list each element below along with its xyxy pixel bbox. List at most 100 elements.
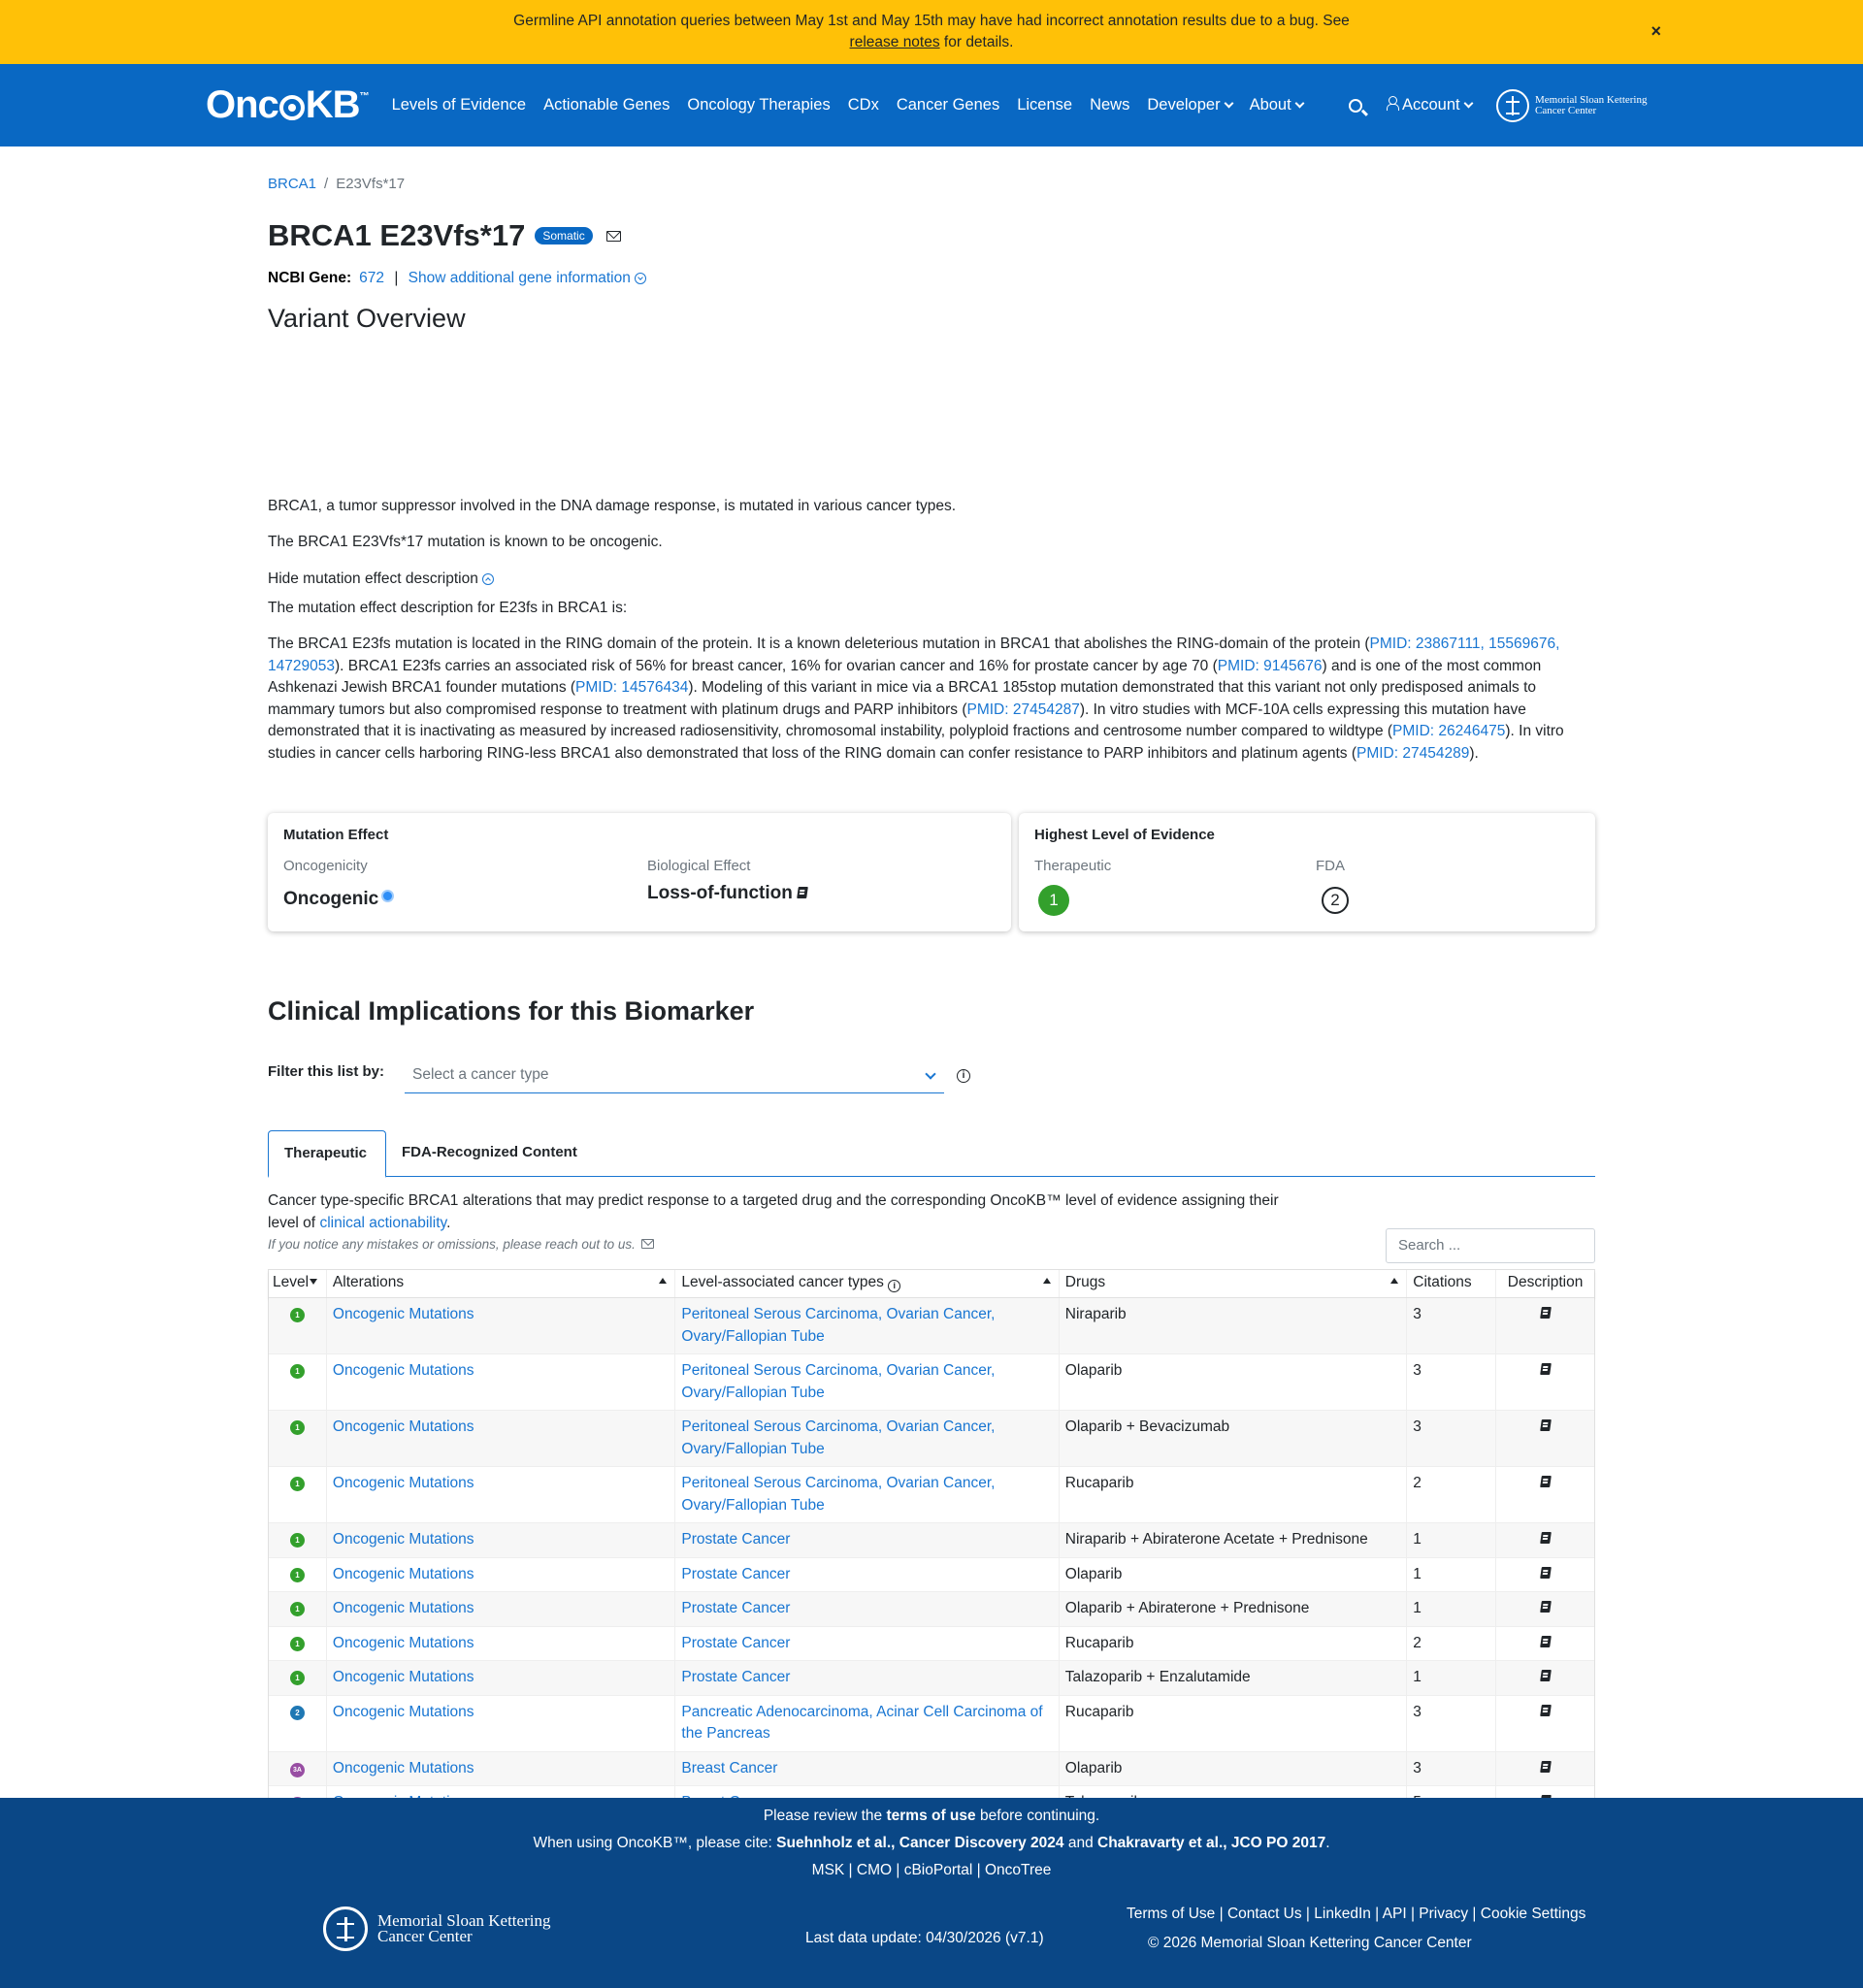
cancer-type-link[interactable]: Pancreatic Adenocarcinoma, Acinar Cell C… (681, 1704, 1042, 1743)
envelope-icon[interactable] (605, 230, 621, 242)
level-1-icon[interactable]: 1 (289, 1477, 305, 1491)
table-search-input[interactable]: Search ... (1386, 1228, 1595, 1263)
nav-levels-of-evidence[interactable]: Levels of Evidence (392, 96, 527, 114)
nav-actionable-genes[interactable]: Actionable Genes (543, 96, 670, 114)
footer-link-cmo[interactable]: CMO (857, 1862, 892, 1878)
citations-cell[interactable]: 1 (1407, 1592, 1497, 1626)
alteration-link[interactable]: Oncogenic Mutations (333, 1531, 474, 1548)
account-dropdown[interactable]: Account (1386, 96, 1474, 114)
level-3A-icon[interactable]: 3A (289, 1762, 305, 1777)
footer-link-msk[interactable]: MSK (812, 1862, 845, 1878)
cancer-type-link[interactable]: Prostate Cancer (681, 1635, 790, 1651)
alteration-link[interactable]: Oncogenic Mutations (333, 1306, 474, 1322)
alteration-link[interactable]: Oncogenic Mutations (333, 1635, 474, 1651)
footer-link-api[interactable]: API (1383, 1906, 1407, 1922)
book-icon[interactable] (1539, 1704, 1552, 1716)
level-1-icon[interactable]: 1 (289, 1533, 305, 1548)
citations-cell[interactable]: 3 (1407, 1411, 1497, 1466)
header-level[interactable]: Level (269, 1270, 327, 1297)
level-1-icon[interactable]: 1 (289, 1420, 305, 1435)
alteration-link[interactable]: Oncogenic Mutations (333, 1760, 474, 1776)
terms-of-use-link[interactable]: terms of use (886, 1808, 975, 1824)
level-1-icon[interactable]: 1 (289, 1308, 305, 1322)
alteration-link[interactable]: Oncogenic Mutations (333, 1566, 474, 1582)
citations-cell[interactable]: 3 (1407, 1298, 1497, 1353)
msk-logo[interactable]: Memorial Sloan Kettering Cancer Center (1496, 88, 1647, 122)
header-drugs[interactable]: Drugs (1060, 1270, 1408, 1297)
nav-developer-dropdown[interactable]: Developer (1147, 96, 1234, 114)
book-icon[interactable] (1539, 1760, 1552, 1773)
book-icon[interactable] (1539, 1307, 1552, 1319)
cancer-type-link[interactable]: Peritoneal Serous Carcinoma, Ovarian Can… (681, 1362, 995, 1401)
footer-msk-logo[interactable]: Memorial Sloan Kettering Cancer Center (323, 1907, 550, 1951)
citations-cell[interactable]: 1 (1407, 1557, 1497, 1591)
header-cancer-types[interactable]: Level-associated cancer types i (675, 1270, 1060, 1297)
therapeutic-level-1-icon[interactable]: 1 (1038, 885, 1069, 916)
footer-link-linkedin[interactable]: LinkedIn (1314, 1906, 1371, 1922)
citations-cell[interactable]: 3 (1407, 1695, 1497, 1751)
pmid-link[interactable]: PMID: 27454287 (966, 701, 1079, 718)
cancer-type-link[interactable]: Prostate Cancer (681, 1669, 790, 1685)
book-icon[interactable] (1539, 1476, 1552, 1487)
alteration-link[interactable]: Oncogenic Mutations (333, 1418, 474, 1435)
book-icon[interactable] (1539, 1419, 1552, 1431)
tab-fda-recognized-content[interactable]: FDA-Recognized Content (386, 1130, 593, 1177)
show-gene-info-link[interactable]: Show additional gene information (409, 270, 646, 286)
cancer-type-link[interactable]: Prostate Cancer (681, 1531, 790, 1548)
book-icon[interactable] (1539, 1601, 1552, 1613)
book-icon[interactable] (797, 887, 808, 898)
header-alterations[interactable]: Alterations (327, 1270, 676, 1297)
level-1-icon[interactable]: 1 (289, 1567, 305, 1582)
close-icon[interactable]: × (1651, 21, 1661, 42)
citations-cell[interactable]: 2 (1407, 1626, 1497, 1660)
oncokb-logo[interactable]: Onc KB ™ (206, 83, 370, 127)
book-icon[interactable] (1539, 1635, 1552, 1647)
citations-cell[interactable]: 1 (1407, 1523, 1497, 1557)
cancer-type-link[interactable]: Peritoneal Serous Carcinoma, Ovarian Can… (681, 1306, 995, 1345)
nav-license[interactable]: License (1017, 96, 1072, 114)
level-1-icon[interactable]: 1 (289, 1636, 305, 1651)
cancer-type-select[interactable]: Select a cancer type (405, 1059, 944, 1093)
tab-therapeutic[interactable]: Therapeutic (268, 1130, 386, 1178)
footer-link-privacy[interactable]: Privacy (1419, 1906, 1468, 1922)
nav-about-dropdown[interactable]: About (1250, 96, 1305, 114)
footer-link-contact[interactable]: Contact Us (1227, 1906, 1302, 1922)
ncbi-gene-link[interactable]: 672 (359, 270, 384, 286)
alteration-link[interactable]: Oncogenic Mutations (333, 1475, 474, 1491)
info-icon[interactable]: i (957, 1069, 970, 1083)
info-icon[interactable]: i (888, 1280, 901, 1292)
clinical-actionability-link[interactable]: clinical actionability (319, 1215, 446, 1231)
cancer-type-link[interactable]: Peritoneal Serous Carcinoma, Ovarian Can… (681, 1418, 995, 1457)
breadcrumb-gene-link[interactable]: BRCA1 (268, 176, 316, 192)
level-1-icon[interactable]: 1 (289, 1602, 305, 1616)
alteration-link[interactable]: Oncogenic Mutations (333, 1600, 474, 1616)
book-icon[interactable] (1539, 1566, 1552, 1579)
citations-cell[interactable]: 3 (1407, 1751, 1497, 1785)
nav-news[interactable]: News (1090, 96, 1129, 114)
level-1-icon[interactable]: 1 (289, 1364, 305, 1379)
alteration-link[interactable]: Oncogenic Mutations (333, 1669, 474, 1685)
fda-level-2-icon[interactable]: 2 (1322, 887, 1349, 914)
nav-cancer-genes[interactable]: Cancer Genes (897, 96, 999, 114)
pmid-link[interactable]: PMID: 14576434 (575, 679, 688, 696)
nav-oncology-therapies[interactable]: Oncology Therapies (687, 96, 830, 114)
level-2-icon[interactable]: 2 (289, 1705, 305, 1720)
citation-2-link[interactable]: Chakravarty et al., JCO PO 2017 (1097, 1835, 1325, 1851)
citations-cell[interactable]: 3 (1407, 1354, 1497, 1410)
footer-link-cookie-settings[interactable]: Cookie Settings (1481, 1906, 1586, 1922)
pmid-link[interactable]: PMID: 26246475 (1392, 723, 1505, 739)
search-icon[interactable] (1349, 98, 1362, 113)
header-citations[interactable]: Citations (1407, 1270, 1497, 1297)
footer-link-oncotree[interactable]: OncoTree (985, 1862, 1051, 1878)
book-icon[interactable] (1539, 1670, 1552, 1681)
level-1-icon[interactable]: 1 (289, 1671, 305, 1685)
release-notes-link[interactable]: release notes (850, 34, 940, 50)
envelope-icon[interactable] (640, 1239, 654, 1249)
cancer-type-link[interactable]: Peritoneal Serous Carcinoma, Ovarian Can… (681, 1475, 995, 1514)
footer-link-terms[interactable]: Terms of Use (1127, 1906, 1215, 1922)
cancer-type-link[interactable]: Prostate Cancer (681, 1600, 790, 1616)
pmid-link[interactable]: PMID: 27454289 (1356, 745, 1469, 762)
alteration-link[interactable]: Oncogenic Mutations (333, 1362, 474, 1379)
nav-cdx[interactable]: CDx (848, 96, 879, 114)
alteration-link[interactable]: Oncogenic Mutations (333, 1704, 474, 1720)
